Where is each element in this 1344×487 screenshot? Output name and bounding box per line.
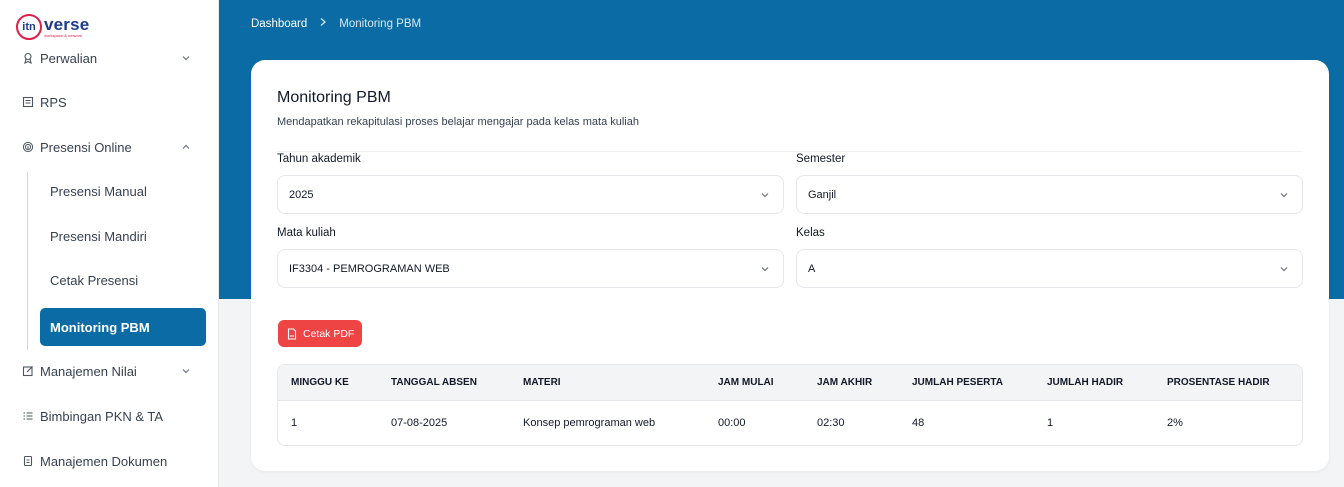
sidebar-item-presensi-online[interactable]: Presensi Online: [0, 127, 218, 167]
td-jam-akhir: 02:30: [817, 417, 845, 429]
list-icon: [22, 410, 34, 422]
chevron-down-icon: [1278, 189, 1290, 201]
chevron-down-icon: [759, 263, 771, 275]
logo-word: verse: [44, 15, 90, 34]
sidebar-item-label: Bimbingan PKN & TA: [40, 408, 164, 424]
th-jam-akhir: JAM AKHIR: [817, 377, 873, 388]
th-jumlah-hadir: JUMLAH HADIR: [1047, 377, 1124, 388]
sidebar-item-manajemen-dokumen[interactable]: Manajemen Dokumen: [0, 441, 218, 481]
sidebar-item-perwalian[interactable]: Perwalian: [0, 38, 218, 78]
table-header: MINGGU KE TANGGAL ABSEN MATERI JAM MULAI…: [278, 365, 1302, 401]
kelas-select[interactable]: A: [796, 249, 1303, 288]
chevron-down-icon: [1278, 263, 1290, 275]
th-minggu: MINGGU KE: [291, 377, 349, 388]
sidebar-item-label: Manajemen Dokumen: [40, 453, 168, 469]
sidebar-item-label: Manajemen Nilai: [40, 363, 137, 379]
logo-mark: itn: [16, 14, 42, 40]
pdf-icon: [287, 327, 297, 340]
pbm-table: MINGGU KE TANGGAL ABSEN MATERI JAM MULAI…: [277, 364, 1303, 446]
monitoring-card: Monitoring PBM Mendapatkan rekapitulasi …: [251, 60, 1329, 471]
sidebar-item-label: RPS: [40, 94, 67, 110]
td-materi: Konsep pemrograman web: [523, 417, 656, 429]
sidebar-item-label: Perwalian: [40, 50, 98, 66]
fingerprint-icon: [22, 141, 34, 153]
td-tanggal: 07-08-2025: [391, 417, 448, 429]
td-prosentase: 2%: [1167, 417, 1183, 429]
chevron-right-icon: [319, 17, 327, 30]
matkul-select[interactable]: IF3304 - PEMROGRAMAN WEB: [277, 249, 784, 288]
th-jumlah-peserta: JUMLAH PESERTA: [912, 377, 1003, 388]
cetak-pdf-label: Cetak PDF: [303, 327, 355, 340]
sidebar-item-label: Presensi Online: [40, 139, 132, 155]
sidebar-item-bimbingan[interactable]: Bimbingan PKN & TA: [0, 396, 218, 436]
th-prosentase: PROSENTASE HADIR: [1167, 377, 1270, 388]
sidebar-item-manajemen-nilai[interactable]: Manajemen Nilai: [0, 351, 218, 391]
tahun-value: 2025: [289, 188, 314, 201]
matkul-label: Mata kuliah: [277, 227, 336, 239]
th-tanggal: TANGGAL ABSEN: [391, 377, 477, 388]
submenu-guide-line: [27, 172, 28, 350]
td-jam-mulai: 00:00: [718, 417, 746, 429]
kelas-value: A: [808, 262, 816, 275]
document-icon: [22, 455, 34, 467]
chevron-down-icon: [180, 52, 192, 64]
cetak-pdf-button[interactable]: Cetak PDF: [278, 320, 362, 347]
divider: [277, 151, 1303, 152]
sidebar-subitem-monitoring-pbm[interactable]: Monitoring PBM: [40, 308, 206, 346]
tahun-label: Tahun akademik: [277, 153, 361, 165]
breadcrumb-current: Monitoring PBM: [339, 17, 422, 30]
page-title: Monitoring PBM: [277, 89, 391, 106]
book-icon: [22, 96, 34, 108]
chevron-down-icon: [759, 189, 771, 201]
tahun-select[interactable]: 2025: [277, 175, 784, 214]
page-subtitle: Mendapatkan rekapitulasi proses belajar …: [277, 116, 639, 128]
semester-label: Semester: [796, 153, 846, 165]
sidebar-subitem-presensi-manual[interactable]: Presensi Manual: [40, 172, 206, 210]
semester-select[interactable]: Ganjil: [796, 175, 1303, 214]
sidebar-subitem-cetak-presensi[interactable]: Cetak Presensi: [40, 261, 206, 299]
matkul-value: IF3304 - PEMROGRAMAN WEB: [289, 262, 450, 275]
th-materi: MATERI: [523, 377, 561, 388]
sidebar: itn verse workspace & network Perwalian …: [0, 0, 219, 487]
breadcrumb: Dashboard Monitoring PBM: [251, 17, 421, 30]
kelas-label: Kelas: [796, 227, 825, 239]
sidebar-subitem-presensi-mandiri[interactable]: Presensi Mandiri: [40, 217, 206, 255]
th-jam-mulai: JAM MULAI: [718, 377, 774, 388]
td-jumlah-peserta: 48: [912, 417, 925, 429]
award-icon: [22, 52, 34, 64]
semester-value: Ganjil: [808, 188, 837, 201]
td-jumlah-hadir: 1: [1047, 417, 1054, 429]
chevron-up-icon: [180, 141, 192, 153]
td-minggu: 1: [291, 417, 298, 429]
sidebar-item-rps[interactable]: RPS: [0, 82, 218, 122]
edit-icon: [22, 365, 34, 377]
chevron-down-icon: [180, 365, 192, 377]
breadcrumb-dashboard[interactable]: Dashboard: [251, 18, 307, 30]
